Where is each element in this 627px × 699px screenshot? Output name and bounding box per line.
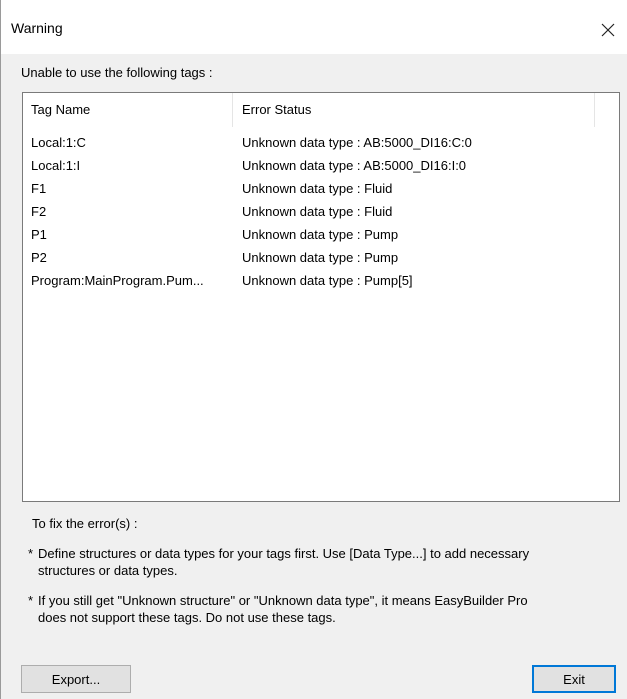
close-icon[interactable] <box>589 12 627 48</box>
title-bar: Warning <box>1 0 627 54</box>
tags-list[interactable]: Tag Name Error Status Local:1:C Unknown d… <box>22 92 620 502</box>
exit-button[interactable]: Exit <box>532 665 616 693</box>
note-line: does not support these tags. Do not use … <box>38 610 336 625</box>
tag-name-cell: Local:1:C <box>31 135 86 150</box>
error-status-cell: Unknown data type : AB:5000_DI16:I:0 <box>242 158 467 173</box>
error-status-cell: Unknown data type : Pump <box>242 227 399 242</box>
column-header-empty <box>594 93 619 127</box>
error-status-cell: Unknown data type : Pump <box>242 250 399 265</box>
bullet: * <box>28 593 34 608</box>
error-status-cell: Unknown data type : AB:5000_DI16:C:0 <box>242 135 472 150</box>
tag-name-cell: F2 <box>31 204 47 219</box>
column-header-error-status[interactable]: Error Status <box>234 93 594 127</box>
note-line: If you still get "Unknown structure" or … <box>38 593 528 608</box>
tag-name-cell: P1 <box>31 227 47 242</box>
dialog-title: Warning <box>11 20 63 36</box>
error-status-cell: Unknown data type : Pump[5] <box>242 273 413 288</box>
warning-dialog: Warning Unable to use the following tags… <box>0 0 627 699</box>
table-row[interactable]: Local:1:I Unknown data type : AB:5000_DI1… <box>23 154 619 177</box>
export-button[interactable]: Export... <box>21 665 131 693</box>
table-row[interactable]: Program:MainProgram.Pum... Unknown data t… <box>23 269 619 292</box>
tag-name-cell: F1 <box>31 181 47 196</box>
list-rows: Local:1:C Unknown data type : AB:5000_DI1… <box>23 131 619 292</box>
list-header: Tag Name Error Status <box>23 93 619 127</box>
tag-name-cell: Local:1:I <box>31 158 81 173</box>
intro-text: Unable to use the following tags : <box>21 65 213 80</box>
table-row[interactable]: F2 Unknown data type : Fluid <box>23 200 619 223</box>
tag-name-cell: Program:MainProgram.Pum... <box>31 273 204 288</box>
tag-name-cell: P2 <box>31 250 47 265</box>
table-row[interactable]: F1 Unknown data type : Fluid <box>23 177 619 200</box>
note-line: structures or data types. <box>38 563 178 578</box>
table-row[interactable]: Local:1:C Unknown data type : AB:5000_DI1… <box>23 131 619 154</box>
error-status-cell: Unknown data type : Fluid <box>242 181 393 196</box>
column-header-tag-name[interactable]: Tag Name <box>23 93 233 127</box>
table-row[interactable]: P1 Unknown data type : Pump <box>23 223 619 246</box>
bullet: * <box>28 546 34 561</box>
error-status-cell: Unknown data type : Fluid <box>242 204 393 219</box>
note-line: Define structures or data types for your… <box>38 546 530 561</box>
fix-title: To fix the error(s) : <box>32 516 138 531</box>
table-row[interactable]: P2 Unknown data type : Pump <box>23 246 619 269</box>
